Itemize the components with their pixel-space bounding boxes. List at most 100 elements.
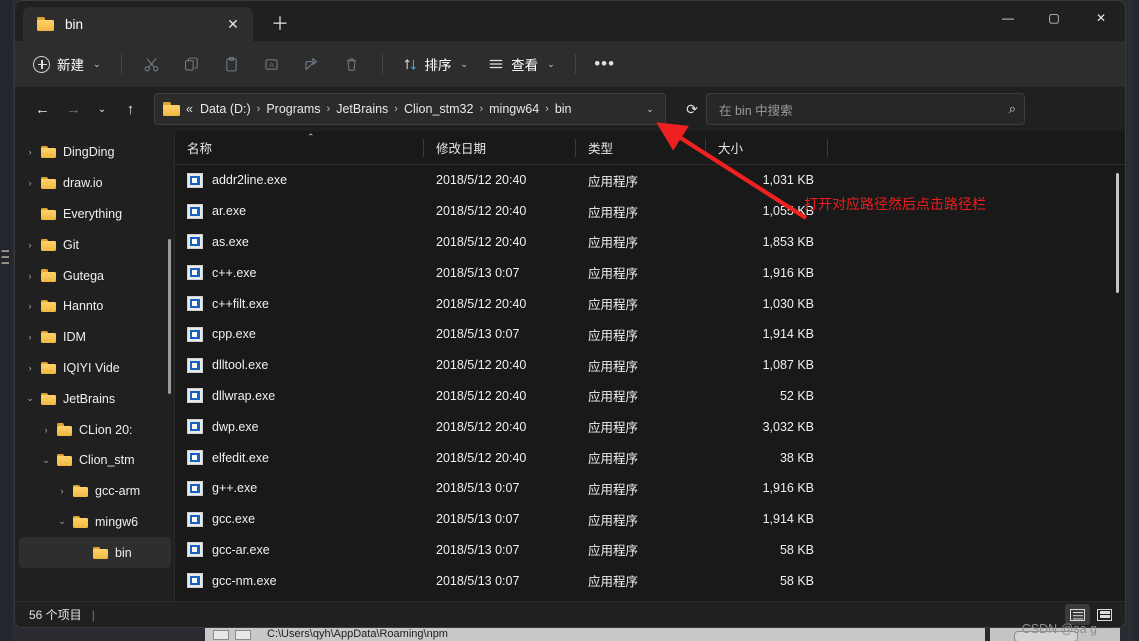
column-header-date[interactable]: 修改日期: [424, 131, 576, 165]
sidebar-item-label: Gutega: [63, 268, 105, 283]
sidebar-item-gutega[interactable]: › Gutega: [15, 260, 175, 291]
details-view-toggle[interactable]: [1065, 604, 1090, 625]
delete-button[interactable]: [332, 48, 372, 80]
chevron-right-icon[interactable]: ›: [19, 363, 41, 373]
table-row[interactable]: gcc-nm.exe 2018/5/13 0:07 应用程序 58 KB: [175, 565, 1125, 596]
table-row[interactable]: c++.exe 2018/5/13 0:07 应用程序 1,916 KB: [175, 257, 1125, 288]
sidebar-item-mingw6[interactable]: ⌄ mingw6: [15, 507, 175, 538]
chevron-down-icon[interactable]: ⌄: [51, 516, 73, 527]
breadcrumb-segment-4[interactable]: mingw64: [485, 99, 543, 119]
chevron-down-icon[interactable]: ⌄: [35, 455, 57, 466]
chevron-right-icon[interactable]: ›: [35, 425, 57, 435]
search-input[interactable]: 在 bin 中搜索: [719, 100, 1009, 119]
refresh-button[interactable]: ⟳: [678, 95, 706, 123]
sidebar-item-hannto[interactable]: › Hannto: [15, 291, 175, 322]
table-row[interactable]: cpp.exe 2018/5/13 0:07 应用程序 1,914 KB: [175, 319, 1125, 350]
table-row[interactable]: dlltool.exe 2018/5/12 20:40 应用程序 1,087 KB: [175, 350, 1125, 381]
breadcrumb-segment-5[interactable]: bin: [551, 99, 576, 119]
table-row[interactable]: dllwrap.exe 2018/5/12 20:40 应用程序 52 KB: [175, 381, 1125, 412]
chevron-right-icon[interactable]: ›: [19, 301, 41, 311]
breadcrumb-folder-icon: [163, 102, 180, 116]
breadcrumb-segment-2[interactable]: JetBrains: [332, 99, 392, 119]
file-type-cell: 应用程序: [588, 421, 639, 436]
rename-button[interactable]: A: [252, 48, 292, 80]
copy-button[interactable]: [172, 48, 212, 80]
maximize-icon[interactable]: ▢: [1031, 1, 1077, 34]
chevron-right-icon[interactable]: ›: [51, 486, 73, 496]
share-button[interactable]: [292, 48, 332, 80]
sidebar-item-jetbrains[interactable]: ⌄ JetBrains: [15, 383, 175, 414]
background-window-path-bar[interactable]: C:\Users\qyh\AppData\Roaming\npm: [205, 626, 985, 641]
table-row[interactable]: c++filt.exe 2018/5/12 20:40 应用程序 1,030 KB: [175, 288, 1125, 319]
up-button[interactable]: ↑: [115, 94, 146, 125]
chevron-right-icon[interactable]: ›: [19, 240, 41, 250]
tab-bin[interactable]: bin ✕: [23, 7, 253, 41]
sidebar-scrollbar[interactable]: [168, 239, 171, 394]
sidebar-item-everything[interactable]: Everything: [15, 199, 175, 230]
sidebar-item-draw-io[interactable]: › draw.io: [15, 168, 175, 199]
search-box[interactable]: 在 bin 中搜索 ⌕: [706, 93, 1025, 125]
folder-icon: [41, 176, 56, 190]
folder-icon: [41, 207, 56, 221]
view-button[interactable]: 查看 ⌄: [478, 48, 565, 80]
sidebar-item-dingding[interactable]: › DingDing: [15, 137, 175, 168]
sidebar-item-iqiyi-vide[interactable]: › IQIYI Vide: [15, 353, 175, 384]
breadcrumb-segment-0[interactable]: Data (D:): [196, 99, 255, 119]
plus-circle-icon: [33, 55, 50, 73]
file-name-cell: c++filt.exe: [175, 296, 424, 312]
folder-icon: [41, 238, 56, 252]
breadcrumb-bar[interactable]: « Data (D:) › Programs › JetBrains › Clion_stm…: [154, 93, 666, 125]
chevron-right-icon[interactable]: ›: [19, 147, 41, 157]
sidebar-item-gcc-arm[interactable]: › gcc-arm: [15, 476, 175, 507]
recent-locations-button[interactable]: ⌄: [89, 94, 115, 125]
chevron-right-icon[interactable]: ›: [19, 332, 41, 342]
file-date-cell: 2018/5/12 20:40: [436, 358, 527, 373]
column-header-spacer: [828, 131, 1125, 165]
breadcrumb-segment-3[interactable]: Clion_stm32: [400, 99, 477, 119]
file-size-cell: 1,853 KB: [762, 234, 814, 249]
sidebar-item-git[interactable]: › Git: [15, 229, 175, 260]
back-button[interactable]: ←: [27, 94, 58, 125]
paste-icon: [226, 56, 237, 71]
sidebar-item-bin[interactable]: bin: [19, 537, 171, 569]
breadcrumb-segment-1[interactable]: Programs: [262, 99, 324, 119]
folder-icon: [73, 484, 88, 498]
breadcrumb-overflow-icon[interactable]: «: [185, 102, 196, 116]
sidebar-item-clion-stm[interactable]: ⌄ Clion_stm: [15, 445, 175, 476]
table-row[interactable]: as.exe 2018/5/12 20:40 应用程序 1,853 KB: [175, 227, 1125, 258]
breadcrumb-dropdown-icon[interactable]: ⌄: [639, 96, 661, 122]
table-row[interactable]: dwp.exe 2018/5/12 20:40 应用程序 3,032 KB: [175, 411, 1125, 442]
table-row[interactable]: g++.exe 2018/5/13 0:07 应用程序 1,916 KB: [175, 473, 1125, 504]
file-name-cell: cpp.exe: [175, 326, 424, 342]
column-header-size[interactable]: 大小: [706, 131, 828, 165]
column-header-type[interactable]: 类型: [576, 131, 706, 165]
close-window-icon[interactable]: ✕: [1077, 1, 1125, 34]
new-tab-icon[interactable]: ＋: [263, 8, 297, 38]
close-tab-icon[interactable]: ✕: [219, 12, 247, 36]
trash-icon: [346, 58, 357, 71]
table-row[interactable]: elfedit.exe 2018/5/12 20:40 应用程序 38 KB: [175, 442, 1125, 473]
cut-button[interactable]: [132, 48, 172, 80]
sidebar-item-clion-20[interactable]: › CLion 20:: [15, 414, 175, 445]
file-name-cell: as.exe: [175, 234, 424, 250]
table-row[interactable]: gcc.exe 2018/5/13 0:07 应用程序 1,914 KB: [175, 504, 1125, 535]
chevron-right-icon[interactable]: ›: [19, 178, 41, 188]
background-right-strip: [1128, 0, 1139, 641]
paste-button[interactable]: [212, 48, 252, 80]
table-row[interactable]: gcc-ar.exe 2018/5/13 0:07 应用程序 58 KB: [175, 535, 1125, 566]
application-icon: [187, 296, 203, 312]
minimize-icon[interactable]: —: [985, 1, 1031, 34]
new-button[interactable]: 新建 ⌄: [25, 48, 111, 80]
large-icons-view-toggle[interactable]: [1092, 604, 1117, 625]
file-size-cell: 1,031 KB: [762, 173, 814, 188]
chevron-right-icon[interactable]: ›: [19, 271, 41, 281]
sidebar-item-idm[interactable]: › IDM: [15, 322, 175, 353]
chevron-down-icon[interactable]: ⌄: [19, 393, 41, 404]
forward-button[interactable]: →: [58, 94, 89, 125]
sort-button[interactable]: 排序 ⌄: [393, 48, 479, 80]
more-options-button[interactable]: •••: [586, 48, 624, 80]
tab-title: bin: [65, 16, 84, 32]
table-row[interactable]: addr2line.exe 2018/5/12 20:40 应用程序 1,031 KB: [175, 165, 1125, 196]
column-header-name[interactable]: 名称 ⌃: [175, 131, 424, 165]
file-list-scrollbar[interactable]: [1116, 173, 1119, 293]
